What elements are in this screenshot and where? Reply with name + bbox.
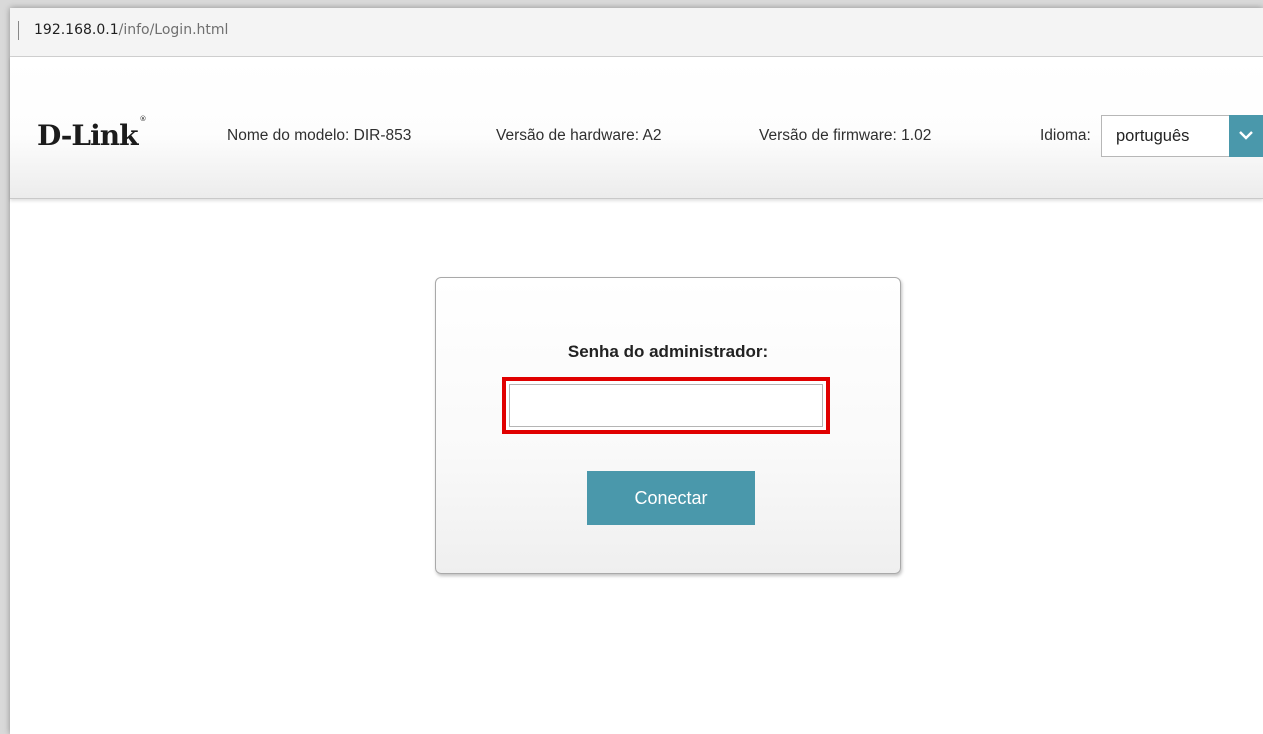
login-panel: Senha do administrador: Conectar bbox=[435, 277, 901, 574]
password-field-highlight bbox=[502, 377, 830, 434]
address-url[interactable]: 192.168.0.1/info/Login.html bbox=[34, 22, 228, 38]
logo-text: D-Link bbox=[37, 119, 139, 152]
address-bar[interactable]: 192.168.0.1/info/Login.html bbox=[10, 8, 1263, 57]
model-name: Nome do modelo: DIR-853 bbox=[227, 127, 412, 144]
router-header: D-Link ® Nome do modelo: DIR-853 Versão d… bbox=[10, 57, 1263, 199]
language-dropdown-button[interactable] bbox=[1229, 115, 1263, 157]
logo-registered-mark: ® bbox=[139, 115, 147, 123]
language-label: Idioma: bbox=[1040, 127, 1091, 144]
browser-window: 192.168.0.1/info/Login.html D-Link ® Nome… bbox=[10, 8, 1263, 734]
chevron-down-icon bbox=[1239, 131, 1253, 140]
url-host: 192.168.0.1 bbox=[34, 22, 119, 38]
language-selected-value: português bbox=[1116, 127, 1190, 145]
password-label: Senha do administrador: bbox=[567, 342, 769, 361]
hardware-version: Versão de hardware: A2 bbox=[496, 127, 662, 144]
firmware-version: Versão de firmware: 1.02 bbox=[759, 127, 932, 144]
password-input[interactable] bbox=[509, 384, 823, 427]
address-caret bbox=[18, 21, 19, 40]
language-select[interactable]: português bbox=[1101, 115, 1263, 157]
connect-button[interactable]: Conectar bbox=[587, 471, 755, 525]
url-path: /info/Login.html bbox=[118, 22, 229, 38]
dlink-logo: D-Link ® bbox=[37, 115, 147, 152]
